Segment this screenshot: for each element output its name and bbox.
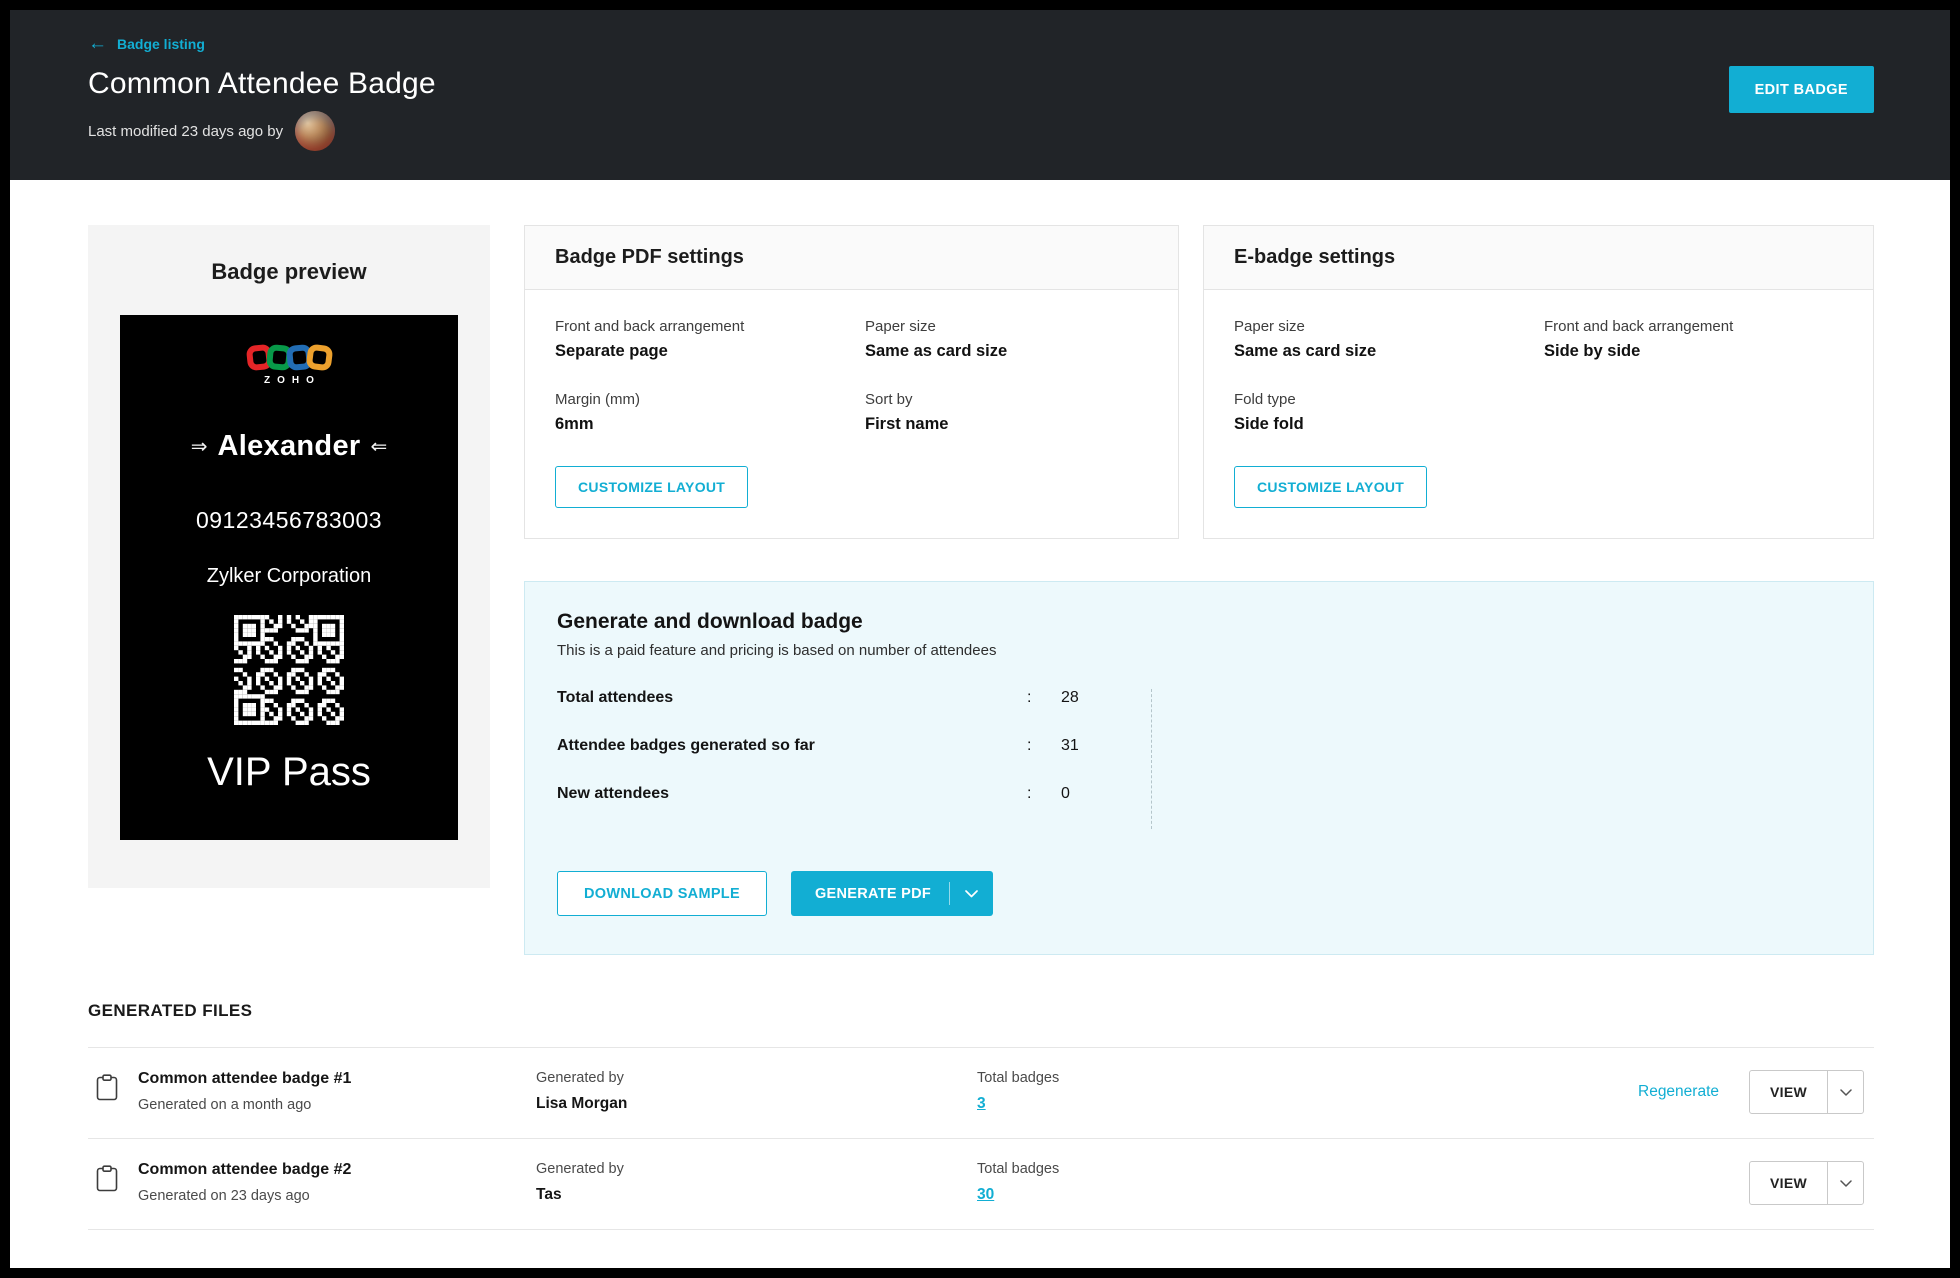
pdf-settings-title: Badge PDF settings: [555, 246, 744, 268]
edit-badge-button[interactable]: EDIT BADGE: [1728, 66, 1874, 113]
pdf-settings-header: Badge PDF settings: [525, 226, 1178, 290]
ebadge-settings-body: Paper size Same as card size Front and b…: [1204, 290, 1873, 538]
main-content: Badge preview ZOHO ⇒ Alexander ⇐ 0912345…: [10, 180, 1950, 1268]
badge-artwork: ZOHO ⇒ Alexander ⇐ 09123456783003 Zylker…: [120, 315, 458, 840]
total-badges-link[interactable]: 3: [977, 1095, 986, 1113]
badge-preview-title: Badge preview: [211, 259, 367, 284]
field-fold-type: Fold type Side fold: [1234, 391, 1304, 433]
badge-pass-type: VIP Pass: [207, 750, 371, 794]
settings-row: Badge PDF settings Front and back arrang…: [524, 225, 1874, 539]
field-front-back-arrangement: Front and back arrangement Separate page: [555, 318, 745, 360]
chevron-down-icon[interactable]: [1827, 1162, 1863, 1204]
arrow-right-icon: ⇒: [190, 435, 208, 458]
avatar: [295, 111, 336, 151]
pdf-customize-layout-button[interactable]: CUSTOMIZE LAYOUT: [555, 466, 749, 508]
badge-number: 09123456783003: [195, 507, 383, 533]
stat-new-attendees: New attendees : 0: [557, 785, 1070, 802]
badge-company: Zylker Corporation: [206, 565, 372, 587]
generated-by-label: Generated by: [536, 1070, 624, 1086]
file-name: Common attendee badge #1: [138, 1070, 352, 1087]
regenerate-link[interactable]: Regenerate: [1638, 1083, 1719, 1101]
chevron-down-icon[interactable]: [1827, 1071, 1863, 1113]
generated-file-row-1: Common attendee badge #1 Generated on a …: [88, 1047, 1874, 1138]
field-ebadge-paper-size: Paper size Same as card size: [1234, 318, 1377, 360]
ebadge-settings-header: E-badge settings: [1204, 226, 1873, 290]
pdf-settings-card: Badge PDF settings Front and back arrang…: [524, 225, 1179, 539]
attendee-stats: Total attendees : 28 Attendee badges gen…: [557, 689, 1177, 833]
last-modified-text: Last modified 23 days ago by: [88, 122, 284, 140]
file-generated-on: Generated on 23 days ago: [138, 1188, 310, 1204]
field-sort-by: Sort by First name: [865, 391, 949, 433]
top-section: Badge preview ZOHO ⇒ Alexander ⇐ 0912345…: [88, 225, 1874, 955]
badge-name-row: ⇒ Alexander ⇐: [191, 430, 387, 463]
generate-subtitle: This is a paid feature and pricing is ba…: [557, 642, 997, 659]
header: ← Badge listing Common Attendee Badge La…: [10, 10, 1950, 180]
page: ← Badge listing Common Attendee Badge La…: [10, 10, 1950, 1268]
badge-preview-card: Badge preview ZOHO ⇒ Alexander ⇐ 0912345…: [88, 225, 490, 888]
back-link[interactable]: ← Badge listing: [88, 34, 205, 53]
pdf-settings-body: Front and back arrangement Separate page…: [525, 290, 1178, 538]
generated-file-row-2: Common attendee badge #2 Generated on 23…: [88, 1138, 1874, 1229]
view-button[interactable]: VIEW: [1749, 1161, 1864, 1205]
zoho-logo-box-orange: [305, 343, 333, 372]
stat-badges-generated: Attendee badges generated so far : 31: [557, 737, 1079, 754]
generated-by-value: Lisa Morgan: [536, 1095, 628, 1112]
ebadge-settings-card: E-badge settings Paper size Same as card…: [1203, 225, 1874, 539]
generated-files-list: Common attendee badge #1 Generated on a …: [88, 1047, 1874, 1230]
generate-title: Generate and download badge: [557, 610, 863, 633]
total-badges-link[interactable]: 30: [977, 1186, 994, 1204]
zoho-wordmark: ZOHO: [264, 375, 321, 386]
file-generated-on: Generated on a month ago: [138, 1097, 312, 1113]
last-modified-row: Last modified 23 days ago by: [88, 111, 1874, 151]
generate-panel: Generate and download badge This is a pa…: [524, 581, 1874, 955]
field-paper-size: Paper size Same as card size: [865, 318, 1008, 360]
ebadge-customize-layout-button[interactable]: CUSTOMIZE LAYOUT: [1234, 466, 1428, 508]
right-column: Badge PDF settings Front and back arrang…: [524, 225, 1874, 955]
generated-by-label: Generated by: [536, 1161, 624, 1177]
chevron-down-icon[interactable]: [950, 889, 993, 898]
page-frame: ← Badge listing Common Attendee Badge La…: [0, 0, 1960, 1278]
stat-total-attendees: Total attendees : 28: [557, 689, 1079, 706]
page-title: Common Attendee Badge: [88, 67, 436, 100]
total-badges-label: Total badges: [977, 1070, 1060, 1086]
view-button[interactable]: VIEW: [1749, 1070, 1864, 1114]
generate-buttons-row: DOWNLOAD SAMPLE GENERATE PDF: [557, 871, 1841, 916]
badge-attendee-name: Alexander: [217, 430, 361, 462]
generated-by-value: Tas: [536, 1186, 562, 1203]
arrow-left-icon: ⇐: [370, 435, 388, 458]
generate-pdf-button[interactable]: GENERATE PDF: [790, 871, 994, 916]
qr-code: [234, 615, 344, 725]
field-ebadge-front-back: Front and back arrangement Side by side: [1544, 318, 1734, 360]
back-label: Badge listing: [117, 35, 205, 52]
file-name: Common attendee badge #2: [138, 1161, 352, 1178]
clipboard-icon: [96, 1165, 118, 1196]
back-arrow-icon: ←: [88, 33, 107, 54]
zoho-logo-icon: [245, 343, 333, 372]
field-margin: Margin (mm) 6mm: [555, 391, 640, 433]
ebadge-settings-title: E-badge settings: [1234, 246, 1396, 268]
total-badges-label: Total badges: [977, 1161, 1060, 1177]
stats-divider: [1151, 689, 1152, 829]
clipboard-icon: [96, 1074, 118, 1105]
generated-files-title: GENERATED FILES: [88, 1001, 253, 1020]
download-sample-button[interactable]: DOWNLOAD SAMPLE: [557, 871, 767, 916]
generated-files-section: GENERATED FILES Common attendee badge #1…: [88, 1001, 1874, 1230]
